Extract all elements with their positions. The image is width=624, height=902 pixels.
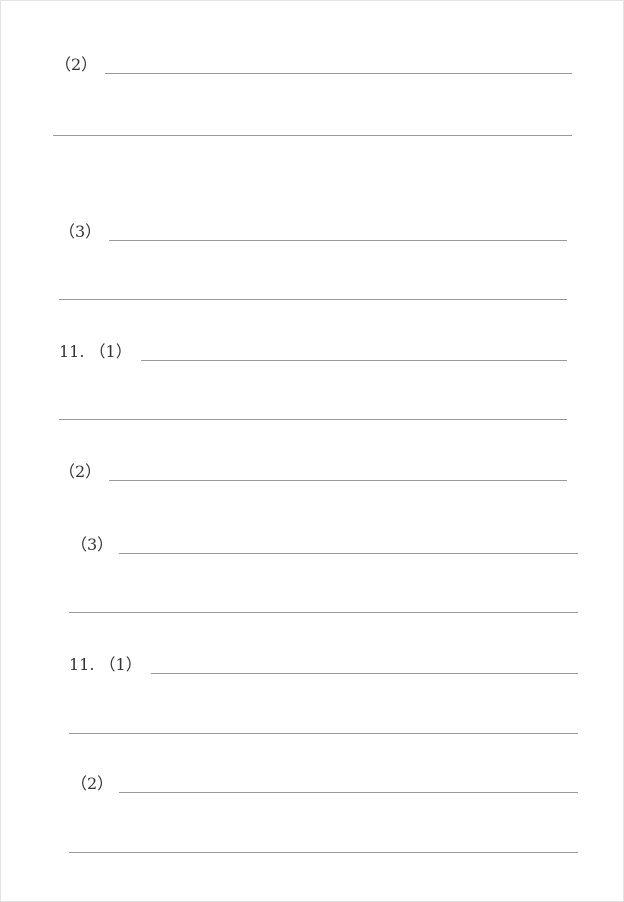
question-label: （3） [59, 222, 102, 241]
answer-line[interactable] [59, 419, 567, 420]
question-label: （3） [71, 535, 114, 554]
answer-line[interactable] [105, 73, 572, 74]
question-label: （2） [71, 774, 114, 793]
answer-line[interactable] [119, 792, 578, 793]
question-label: 11. （1） [59, 342, 132, 361]
question-label: （2） [59, 462, 102, 481]
answer-line[interactable] [59, 299, 567, 300]
answer-sheet-page: （2） （3） 11. （1） （2） （3） 11. （1） （2） [0, 0, 624, 902]
answer-line[interactable] [69, 612, 578, 613]
answer-line[interactable] [109, 240, 567, 241]
question-label: （2） [55, 55, 98, 74]
answer-line[interactable] [141, 360, 567, 361]
answer-line[interactable] [119, 553, 578, 554]
answer-line[interactable] [109, 480, 567, 481]
answer-line[interactable] [69, 852, 578, 853]
answer-line[interactable] [69, 733, 578, 734]
answer-line[interactable] [53, 135, 572, 136]
answer-line[interactable] [151, 673, 578, 674]
question-label: 11. （1） [69, 655, 142, 674]
